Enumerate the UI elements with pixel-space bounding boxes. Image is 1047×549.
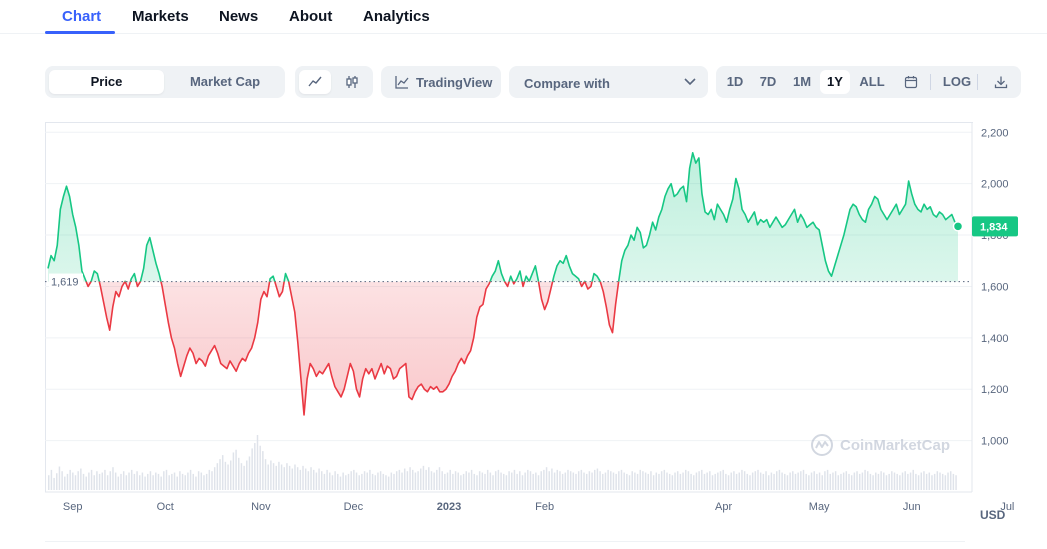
tab-news[interactable]: News: [219, 8, 258, 25]
x-tick-label: 2023: [437, 501, 461, 513]
range-toolbar: 1D 7D 1M 1Y ALL LOG: [716, 66, 1021, 98]
toolbar-divider: [930, 74, 931, 90]
y-tick-label: 2,000: [981, 179, 1009, 191]
compare-label: Compare with: [524, 76, 610, 91]
x-tick-label: Dec: [344, 501, 364, 513]
x-tick-label: Jun: [903, 501, 921, 513]
candlestick-icon: [346, 76, 358, 88]
range-1m-button[interactable]: 1M: [787, 70, 817, 94]
log-button[interactable]: LOG: [939, 70, 975, 94]
current-price-label: 1,834: [980, 221, 1008, 233]
y-tick-label: 1,200: [981, 384, 1009, 396]
calendar-icon: [904, 76, 918, 89]
x-tick-label: Apr: [715, 501, 732, 513]
tradingview-label: TradingView: [416, 75, 493, 90]
y-tick-label: 1,400: [981, 333, 1009, 345]
tradingview-chart-icon: [395, 76, 409, 89]
watermark: CoinMarketCap: [810, 433, 950, 457]
download-button[interactable]: [988, 70, 1014, 94]
y-tick-label: 1,600: [981, 281, 1009, 293]
range-all-button[interactable]: ALL: [855, 70, 889, 94]
x-tick-label: Oct: [157, 501, 174, 513]
range-7d-button[interactable]: 7D: [753, 70, 783, 94]
toolbar-divider: [977, 74, 978, 90]
line-chart-icon: [308, 76, 322, 87]
watermark-text: CoinMarketCap: [840, 436, 951, 454]
tab-analytics[interactable]: Analytics: [363, 8, 430, 25]
tab-chart[interactable]: Chart: [62, 8, 101, 25]
line-chart-button[interactable]: [299, 70, 331, 94]
tab-about[interactable]: About: [289, 8, 332, 25]
x-tick-label: Feb: [535, 501, 554, 513]
currency-label: USD: [980, 508, 1006, 522]
x-tick-label: Nov: [251, 501, 271, 513]
x-axis: SepOctNovDec2023FebAprMayJunJulAug: [63, 501, 1014, 513]
price-marketcap-toggle: Price Market Cap: [45, 66, 285, 98]
x-tick-label: Sep: [63, 501, 83, 513]
range-1d-button[interactable]: 1D: [720, 70, 750, 94]
chevron-down-icon: [684, 78, 696, 86]
chart-type-toggle: [295, 66, 373, 98]
bottom-divider: [45, 541, 965, 549]
price-button[interactable]: Price: [49, 70, 164, 94]
x-tick-label: May: [809, 501, 830, 513]
range-1y-button[interactable]: 1Y: [820, 70, 850, 94]
y-axis: 1,000 1,200 1,400 1,600 1,800 2,000 2,200: [981, 127, 1009, 447]
top-nav: Chart Markets News About Analytics: [0, 0, 1047, 34]
y-tick-label: 2,200: [981, 127, 1009, 139]
calendar-button[interactable]: [898, 70, 924, 94]
coin-chart-page: Chart Markets News About Analytics Price…: [0, 0, 1047, 549]
coinmarketcap-logo-icon: [811, 434, 833, 456]
download-icon: [994, 76, 1008, 89]
candlestick-button[interactable]: [335, 70, 369, 94]
market-cap-button[interactable]: Market Cap: [169, 70, 281, 94]
y-tick-label: 1,800: [981, 230, 1009, 242]
current-price-badge: [972, 216, 1018, 237]
active-tab-indicator: [45, 31, 115, 34]
y-tick-label: 1,000: [981, 436, 1009, 448]
tab-markets[interactable]: Markets: [132, 8, 189, 25]
